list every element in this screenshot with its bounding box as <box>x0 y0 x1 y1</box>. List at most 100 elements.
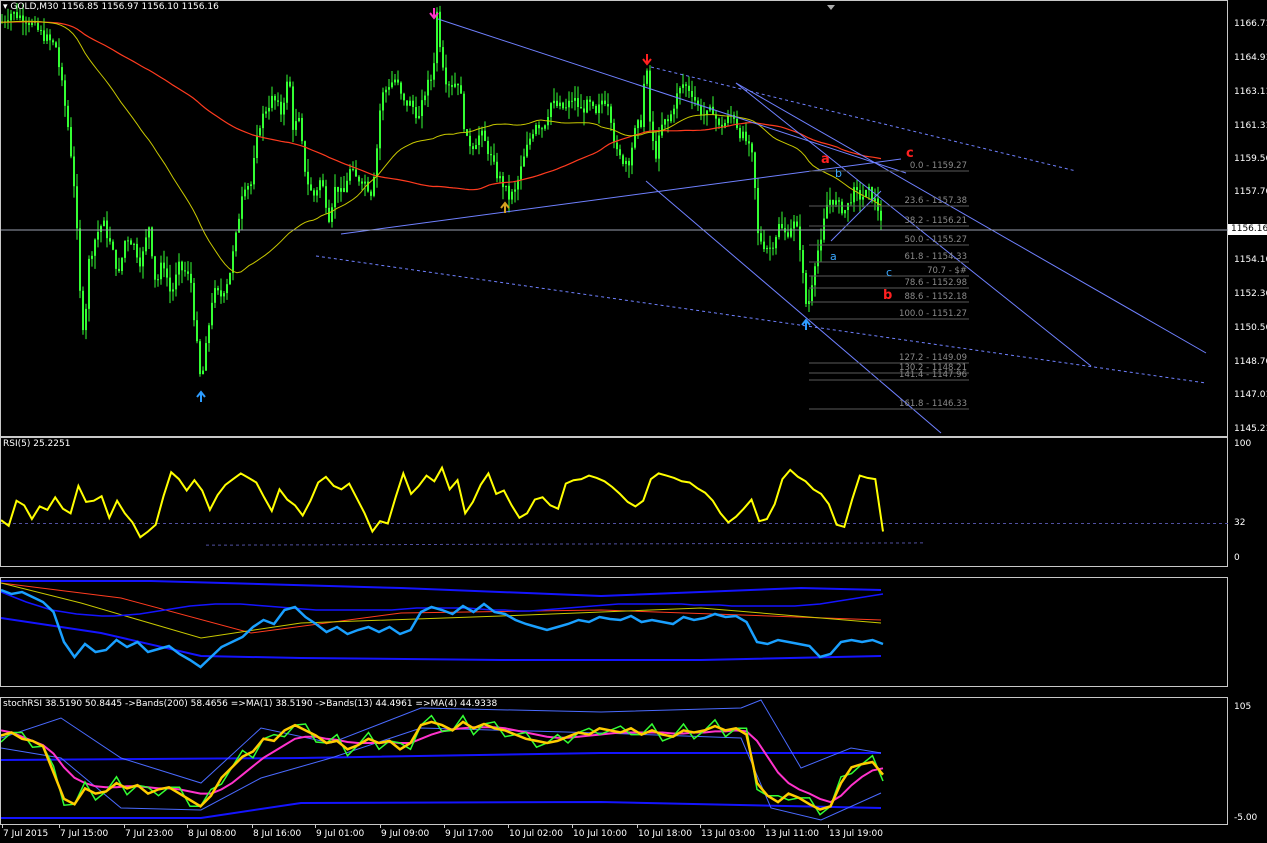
candle <box>577 98 579 107</box>
candle <box>283 102 285 115</box>
candle <box>286 81 288 103</box>
candle <box>535 124 537 135</box>
candle <box>646 70 648 84</box>
time-axis-tick <box>2 824 3 828</box>
candle <box>337 186 339 192</box>
candle <box>280 101 282 115</box>
candle <box>100 226 102 232</box>
candle <box>694 96 696 101</box>
candle <box>598 104 600 114</box>
price-scale-label: 1150.56 <box>1234 323 1267 334</box>
candle <box>127 240 129 242</box>
candle <box>829 199 831 205</box>
candle <box>244 189 246 197</box>
candle <box>502 176 504 188</box>
candle <box>97 231 99 240</box>
candle <box>142 251 144 267</box>
candle <box>499 176 501 179</box>
time-axis-label: 9 Jul 09:00 <box>381 829 430 839</box>
candle <box>496 161 498 179</box>
candle <box>727 116 729 124</box>
price-scale[interactable] <box>1228 0 1267 437</box>
candle <box>355 169 357 177</box>
candle <box>346 180 348 192</box>
candle <box>13 12 15 14</box>
main-chart-pane[interactable]: 0.0 - 1159.27 23.6 - 1157.38 38.2 - 1156.2… <box>0 0 1229 437</box>
candle <box>214 288 216 303</box>
candle <box>193 282 195 321</box>
candle <box>481 130 483 136</box>
candle <box>862 196 864 200</box>
candle <box>7 20 9 22</box>
candle <box>103 220 105 227</box>
candle <box>115 249 117 269</box>
stochrsi-pane[interactable]: stochRSI 38.5190 50.8445 ->Bands(200) 58… <box>0 697 1228 825</box>
candle <box>754 152 756 188</box>
candle <box>382 92 384 111</box>
candle <box>322 180 324 187</box>
candle <box>877 198 879 211</box>
price-scale-label: 1163.11 <box>1234 86 1267 97</box>
candle <box>106 220 108 239</box>
candle <box>430 79 432 81</box>
candle <box>574 98 576 101</box>
candle <box>220 290 222 297</box>
candle <box>154 256 156 280</box>
price-scale-label: 1148.76 <box>1234 357 1267 368</box>
candle <box>169 277 171 292</box>
candle <box>844 210 846 214</box>
candle <box>787 232 789 237</box>
candle <box>313 190 315 196</box>
candle <box>229 272 231 285</box>
candle <box>232 251 234 273</box>
candle <box>718 118 720 125</box>
bands-pane[interactable] <box>0 577 1228 687</box>
candle <box>295 121 297 130</box>
candle <box>118 268 120 272</box>
wave-label: a <box>821 152 830 167</box>
candle <box>331 207 333 222</box>
candle <box>691 90 693 97</box>
candle <box>319 180 321 191</box>
candle <box>235 232 237 252</box>
candle <box>781 223 783 229</box>
candle <box>442 47 444 68</box>
candle <box>94 239 96 256</box>
candle <box>625 160 627 165</box>
time-axis-label: 7 Jul 15:00 <box>60 829 109 839</box>
bands-chart-svg <box>1 580 884 669</box>
collapse-arrow-icon[interactable]: ▾ <box>3 2 8 12</box>
candle <box>571 100 573 102</box>
candle <box>826 204 828 219</box>
candle <box>505 185 507 188</box>
candle <box>370 191 372 196</box>
stoch-level-min: -5.00 <box>1234 813 1258 823</box>
candle <box>832 199 834 205</box>
candle <box>247 186 249 190</box>
stochrsi-chart-svg <box>1 699 884 821</box>
candle <box>508 185 510 200</box>
candle <box>151 227 153 257</box>
time-axis-tick <box>637 824 638 828</box>
candle <box>583 108 585 113</box>
fib-level-label: 38.2 - 1156.21 <box>904 216 967 226</box>
candle <box>343 188 345 192</box>
candle <box>643 83 645 127</box>
candle <box>796 221 798 227</box>
candle <box>211 302 213 326</box>
candle <box>10 13 12 21</box>
candle <box>676 93 678 109</box>
fib-level-label: 141.4 - 1147.96 <box>899 370 967 380</box>
rsi-pane[interactable]: RSI(5) 25.2251 <box>0 437 1229 567</box>
candle <box>157 279 159 281</box>
fib-level-label: 100.0 - 1151.27 <box>899 309 967 319</box>
time-axis-tick <box>252 824 253 828</box>
fib-level-label: 70.7 - $# <box>927 266 967 276</box>
stoch-ma-line <box>1 726 884 804</box>
candle <box>196 320 198 342</box>
candle <box>742 131 744 139</box>
candle <box>52 40 54 43</box>
candle <box>16 12 18 19</box>
candle <box>418 116 420 119</box>
candle <box>364 181 366 184</box>
